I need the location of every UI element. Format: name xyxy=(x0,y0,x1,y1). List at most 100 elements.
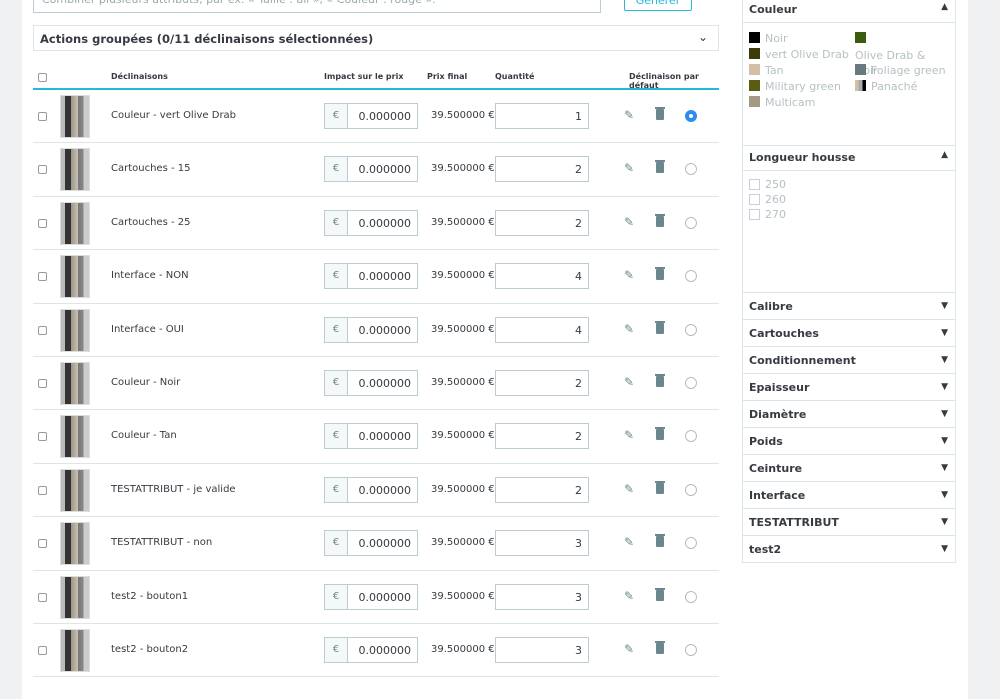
default-radio[interactable] xyxy=(685,270,697,283)
price-impact-input[interactable]: €0.000000 xyxy=(324,637,418,663)
trash-icon[interactable] xyxy=(655,107,665,120)
default-radio[interactable] xyxy=(685,323,697,336)
quantity-input[interactable]: 2 xyxy=(495,423,589,450)
color-option[interactable]: Tan xyxy=(749,63,784,78)
price-impact-input[interactable]: €0.000000 xyxy=(324,530,418,557)
attribute-group-header[interactable]: Poids ▼ xyxy=(742,428,956,455)
bulk-actions-dropdown[interactable]: Actions groupées (0/11 déclinaisons séle… xyxy=(33,25,719,51)
default-radio[interactable] xyxy=(685,537,697,550)
edit-pencil-icon[interactable]: ✎ xyxy=(624,589,634,603)
row-checkbox[interactable] xyxy=(38,325,47,335)
default-radio[interactable] xyxy=(685,644,697,656)
trash-icon[interactable] xyxy=(655,320,665,334)
default-radio[interactable] xyxy=(685,430,697,443)
attribute-group-header[interactable]: Interface ▼ xyxy=(742,482,956,509)
default-radio[interactable] xyxy=(685,163,697,176)
combination-input[interactable]: Combiner plusieurs attributs, par ex. « … xyxy=(33,0,601,13)
price-impact-input[interactable]: €0.000000 xyxy=(324,476,418,503)
edit-pencil-icon[interactable]: ✎ xyxy=(624,322,634,336)
quantity-input[interactable]: 4 xyxy=(495,263,589,290)
color-option[interactable]: Foliage green xyxy=(855,63,946,78)
select-all-checkbox[interactable] xyxy=(38,73,47,82)
default-radio[interactable] xyxy=(685,377,697,389)
trash-icon[interactable] xyxy=(655,160,665,174)
quantity-input[interactable]: 2 xyxy=(495,156,589,183)
trash-icon[interactable] xyxy=(655,480,665,494)
trash-icon[interactable] xyxy=(655,534,665,548)
color-option[interactable]: Noir xyxy=(749,31,788,46)
color-option[interactable]: Military green xyxy=(749,79,841,94)
quantity-input[interactable]: 3 xyxy=(495,637,589,663)
quantity-input[interactable]: 3 xyxy=(495,583,589,610)
attribute-group-header[interactable]: Epaisseur ▼ xyxy=(742,374,956,401)
edit-pencil-icon[interactable]: ✎ xyxy=(624,428,634,442)
price-impact-input[interactable]: €0.000000 xyxy=(324,423,418,450)
default-radio[interactable] xyxy=(685,110,697,122)
edit-pencil-icon[interactable]: ✎ xyxy=(624,375,634,389)
attribute-group-header[interactable]: Calibre ▼ xyxy=(742,293,956,320)
row-checkbox[interactable] xyxy=(38,112,47,121)
price-impact-input[interactable]: €0.000000 xyxy=(324,370,418,396)
default-radio[interactable] xyxy=(685,590,697,603)
attribute-group-header[interactable]: Conditionnement ▼ xyxy=(742,347,956,374)
attribute-group-header[interactable]: TESTATTRIBUT ▼ xyxy=(742,509,956,536)
price-impact-input[interactable]: €0.000000 xyxy=(324,156,418,183)
quantity-input[interactable]: 2 xyxy=(495,209,589,236)
color-option[interactable]: Multicam xyxy=(749,95,815,110)
trash-icon[interactable] xyxy=(655,374,665,387)
price-impact-input[interactable]: €0.000000 xyxy=(324,103,418,129)
edit-pencil-icon[interactable]: ✎ xyxy=(624,161,634,175)
attribute-group-header[interactable]: Ceinture ▼ xyxy=(742,455,956,482)
edit-pencil-icon[interactable]: ✎ xyxy=(624,268,634,282)
edit-pencil-icon[interactable]: ✎ xyxy=(624,108,634,122)
color-option[interactable]: Panaché xyxy=(855,79,917,94)
row-checkbox[interactable] xyxy=(38,592,47,602)
final-price: 39.500000 € xyxy=(431,110,495,121)
price-impact-input[interactable]: €0.000000 xyxy=(324,263,418,290)
default-radio[interactable] xyxy=(685,483,697,496)
row-checkbox[interactable] xyxy=(38,539,47,549)
edit-pencil-icon[interactable]: ✎ xyxy=(624,642,634,656)
price-impact-input[interactable]: €0.000000 xyxy=(324,316,418,343)
caret-down-icon: ▼ xyxy=(941,436,948,446)
row-checkbox[interactable] xyxy=(38,646,47,655)
trash-icon[interactable] xyxy=(655,587,665,601)
checkbox[interactable] xyxy=(749,209,760,220)
checkbox[interactable] xyxy=(749,194,760,205)
group-longueur-header[interactable]: Longueur housse ▲ xyxy=(742,146,956,171)
quantity-input[interactable]: 2 xyxy=(495,476,589,503)
edit-pencil-icon[interactable]: ✎ xyxy=(624,482,634,496)
quantity-input[interactable]: 4 xyxy=(495,316,589,343)
quantity-input[interactable]: 1 xyxy=(495,103,589,129)
trash-icon[interactable] xyxy=(655,213,665,227)
generate-button[interactable]: Générer xyxy=(624,0,692,11)
length-option[interactable]: 270 xyxy=(743,207,955,222)
row-checkbox[interactable] xyxy=(38,432,47,442)
default-radio[interactable] xyxy=(685,216,697,229)
row-checkbox[interactable] xyxy=(38,272,47,282)
price-impact-input[interactable]: €0.000000 xyxy=(324,583,418,610)
attribute-group-header[interactable]: Cartouches ▼ xyxy=(742,320,956,347)
length-option[interactable]: 260 xyxy=(743,192,955,207)
quantity-input[interactable]: 2 xyxy=(495,370,589,396)
group-couleur-header[interactable]: Couleur ▲ xyxy=(742,0,956,23)
quantity-input[interactable]: 3 xyxy=(495,530,589,557)
trash-icon[interactable] xyxy=(655,641,665,654)
row-checkbox[interactable] xyxy=(38,485,47,495)
group-title: Ceinture xyxy=(749,462,803,475)
attribute-group-header[interactable]: Diamètre ▼ xyxy=(742,401,956,428)
edit-pencil-icon[interactable]: ✎ xyxy=(624,535,634,549)
length-option[interactable]: 250 xyxy=(743,177,955,192)
row-checkbox[interactable] xyxy=(38,165,47,175)
trash-icon[interactable] xyxy=(655,267,665,281)
color-option[interactable]: vert Olive Drab xyxy=(749,47,849,62)
trash-icon[interactable] xyxy=(655,427,665,441)
checkbox[interactable] xyxy=(749,179,760,190)
attribute-group-header[interactable]: test2 ▼ xyxy=(742,536,956,563)
row-checkbox[interactable] xyxy=(38,379,47,388)
edit-pencil-icon[interactable]: ✎ xyxy=(624,215,634,229)
row-checkbox[interactable] xyxy=(38,218,47,228)
product-thumbnail xyxy=(60,255,90,299)
longueur-options: 250 260 270 xyxy=(742,171,956,293)
price-impact-input[interactable]: €0.000000 xyxy=(324,209,418,236)
